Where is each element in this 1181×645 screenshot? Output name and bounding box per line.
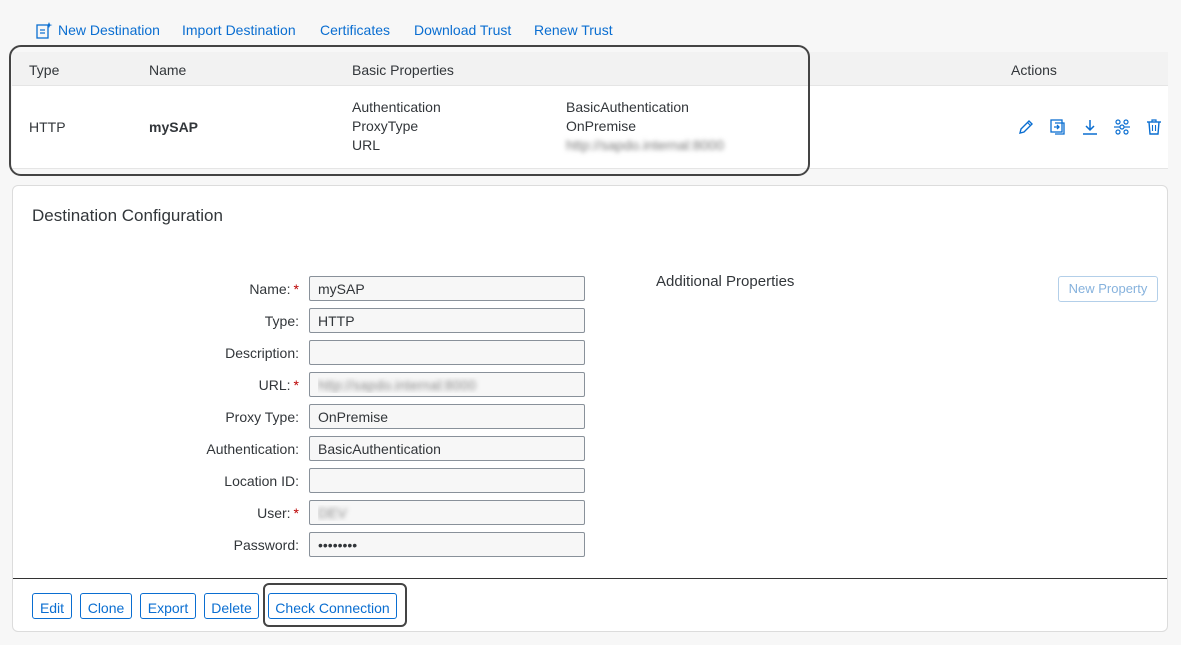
destination-configuration-panel: Destination Configuration Name:* Type: D… [12, 185, 1168, 632]
required-marker: * [293, 377, 299, 393]
delete-button[interactable]: Delete [204, 593, 259, 619]
property-key: URL [352, 137, 381, 153]
user-field[interactable] [309, 500, 585, 525]
type-label: Type: [264, 313, 299, 329]
name-field[interactable] [309, 276, 585, 301]
clone-button[interactable]: Clone [80, 593, 132, 619]
delete-trash-icon[interactable] [1145, 118, 1163, 136]
password-field[interactable] [309, 532, 585, 557]
check-connection-button[interactable]: Check Connection [268, 593, 397, 619]
import-destination-link[interactable]: Import Destination [182, 22, 296, 38]
proxy-type-label: Proxy Type: [225, 409, 299, 425]
property-key: Authentication [352, 99, 441, 115]
description-label: Description: [225, 345, 299, 361]
url-field[interactable] [309, 372, 585, 397]
description-field[interactable] [309, 340, 585, 365]
property-key: ProxyType [352, 118, 419, 134]
url-label: URL: * [258, 377, 299, 393]
property-value: BasicAuthentication [566, 99, 689, 115]
table-header: Type Name Basic Properties Actions [12, 52, 1168, 86]
export-button[interactable]: Export [140, 593, 196, 619]
required-marker: * [293, 505, 299, 521]
download-trust-link[interactable]: Download Trust [414, 22, 511, 38]
new-destination-link[interactable]: New Destination [58, 22, 160, 38]
new-document-icon[interactable] [35, 21, 53, 39]
column-header-name: Name [149, 62, 187, 78]
edit-button[interactable]: Edit [32, 593, 72, 619]
renew-trust-link[interactable]: Renew Trust [534, 22, 613, 38]
connection-network-icon[interactable] [1113, 118, 1131, 136]
property-value: OnPremise [566, 118, 637, 134]
download-icon[interactable] [1081, 118, 1099, 136]
edit-pencil-icon[interactable] [1017, 118, 1035, 136]
password-label: Password: [233, 537, 299, 553]
column-header-actions: Actions [1011, 62, 1057, 78]
authentication-field[interactable] [309, 436, 585, 461]
new-property-button[interactable]: New Property [1058, 276, 1158, 302]
column-header-basic-properties: Basic Properties [352, 62, 454, 78]
location-id-field[interactable] [309, 468, 585, 493]
type-field[interactable] [309, 308, 585, 333]
property-value-url: http://sapdo.internal:8000 [566, 137, 725, 153]
proxy-type-field[interactable] [309, 404, 585, 429]
column-header-type: Type [29, 62, 60, 78]
row-type: HTTP [29, 119, 66, 135]
row-name: mySAP [149, 119, 199, 135]
user-label: User: * [257, 505, 299, 521]
location-id-label: Location ID: [224, 473, 299, 489]
footer-divider [13, 578, 1167, 579]
required-marker: * [293, 281, 299, 297]
name-label: Name: * [249, 281, 299, 297]
panel-title: Destination Configuration [32, 206, 223, 225]
additional-properties-heading: Additional Properties [656, 273, 795, 290]
clone-icon[interactable] [1049, 118, 1067, 136]
toolbar: New Destination Import Destination Certi… [0, 0, 1181, 52]
destinations-table: Type Name Basic Properties Actions HTTP … [12, 52, 1168, 169]
authentication-label: Authentication: [206, 441, 299, 457]
certificates-link[interactable]: Certificates [320, 22, 390, 38]
